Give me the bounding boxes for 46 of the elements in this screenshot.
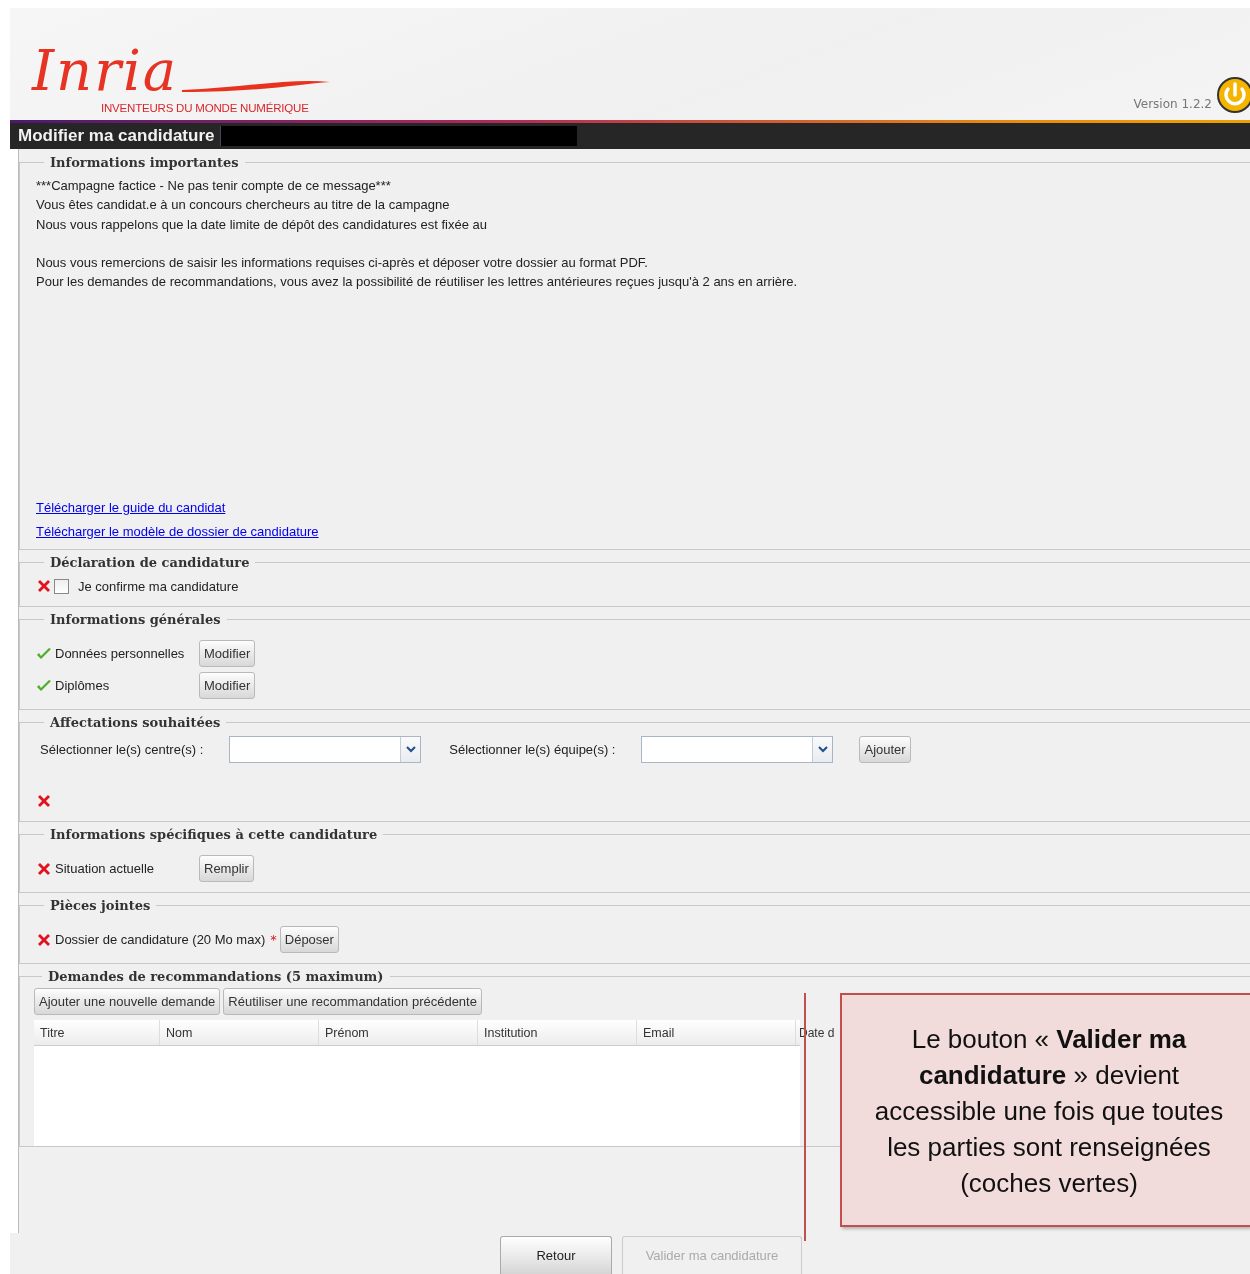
section-title: Informations générales <box>49 612 222 627</box>
checkbox[interactable] <box>54 578 69 594</box>
power-icon[interactable] <box>1216 76 1250 114</box>
item-label: Données personnelles <box>55 646 185 661</box>
required-mark: * <box>270 932 277 947</box>
section-title: Demandes de recommandations (5 maximum) <box>47 969 385 984</box>
column-header[interactable]: Email <box>637 1020 796 1045</box>
column-header[interactable]: Prénom <box>319 1020 478 1045</box>
version-label: Version 1.2.2 <box>1133 97 1212 111</box>
column-header[interactable]: Institution <box>478 1020 637 1045</box>
caret-icon <box>818 746 828 753</box>
checkbox-label: Je confirme ma candidature <box>78 578 239 594</box>
action-button[interactable]: Déposer <box>279 926 339 953</box>
action-button[interactable]: Modifier <box>199 640 256 667</box>
item-label: Diplômes <box>55 678 110 693</box>
action-button[interactable]: Modifier <box>199 672 256 699</box>
download-link[interactable]: Télécharger le guide du candidat <box>36 500 226 515</box>
info-text: Nous vous rappelons que la date limite de dépôt des candidatures est fixée au <box>36 215 488 234</box>
callout-note: Le bouton « Valider ma candidature » devient accessible une fois que toutes les parties sont renseignées (coches vertes) <box>840 993 1250 1227</box>
section-title: Informations spécifiques à cette candidature <box>49 827 379 842</box>
info-text: Vous êtes candidat.e à un concours chercheurs au titre de la campagne <box>36 196 451 215</box>
section-title: Informations importantes <box>49 155 240 170</box>
dropdown[interactable] <box>229 736 422 763</box>
dropdown[interactable] <box>641 736 834 763</box>
tagline: INVENTEURS DU MONDE NUMÉRIQUE <box>101 102 310 114</box>
download-link[interactable]: Télécharger le modèle de dossier de candidature <box>36 524 319 539</box>
select-label: Sélectionner le(s) centre(s) : <box>40 742 204 757</box>
section-title: Déclaration de candidature <box>49 555 251 570</box>
column-header[interactable]: Titre <box>34 1020 160 1045</box>
section-title: Affectations souhaitées <box>49 715 222 730</box>
info-text: Pour les demandes de recommandations, vous avez la possibilité de réutiliser les lettres antérieures reçues jusqu'à 2 ans en arrière. <box>36 273 799 292</box>
item-label: Situation actuelle <box>55 861 154 876</box>
page-title: Modifier ma candidature <box>18 126 215 146</box>
add-button[interactable]: Ajouter <box>859 736 911 763</box>
action-button[interactable]: Remplir <box>199 855 254 882</box>
back-button[interactable]: Retour <box>500 1236 612 1274</box>
info-text: Nous vous remercions de saisir les informations requises ci-après et déposer votre dossier au format PDF. <box>36 253 649 272</box>
logo: Inria <box>32 40 179 102</box>
section-title: Pièces jointes <box>49 898 152 913</box>
info-text: ***Campagne factice - Ne pas tenir compte de ce message*** <box>36 177 392 195</box>
select-label: Sélectionner le(s) équipe(s) : <box>449 742 616 757</box>
caret-icon <box>405 746 416 753</box>
action-button[interactable]: Ajouter une nouvelle demande <box>34 988 221 1015</box>
item-label: Dossier de candidature (20 Mo max) <box>55 932 266 947</box>
action-button[interactable]: Réutiliser une recommandation précédente <box>223 988 482 1015</box>
column-header[interactable]: Nom <box>160 1020 319 1045</box>
